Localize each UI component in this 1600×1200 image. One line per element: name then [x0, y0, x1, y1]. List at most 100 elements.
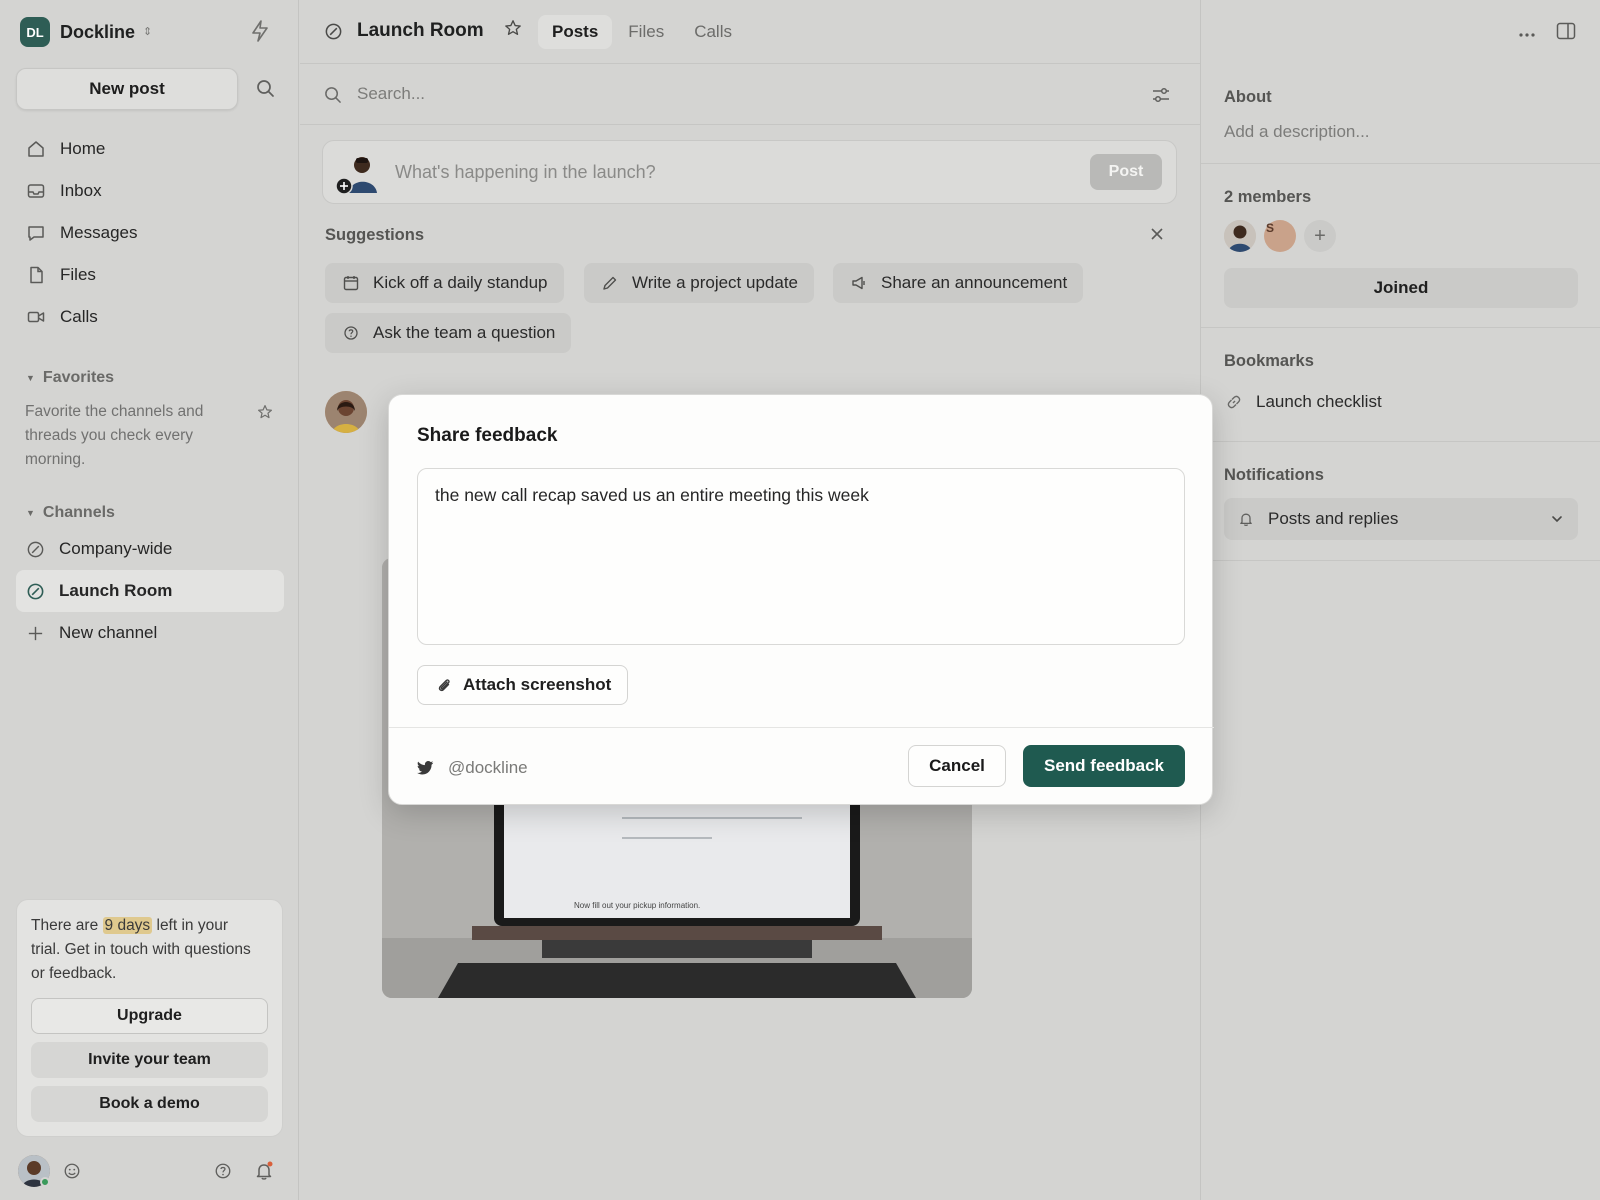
suggestion-chip[interactable]: Write a project update [584, 263, 814, 303]
attach-screenshot-button[interactable]: Attach screenshot [417, 665, 628, 705]
sidebar-nav: Home Inbox Messages Files Calls [16, 128, 284, 338]
home-icon [28, 141, 44, 157]
paperclip-icon [438, 678, 450, 691]
file-icon [30, 266, 43, 284]
megaphone-icon [852, 276, 865, 290]
sidebar: DL Dockline ⇕ New post Home Inbox Messag… [0, 0, 299, 1200]
help-icon[interactable] [214, 1162, 232, 1185]
channel-item-company-wide[interactable]: Company-wide [16, 528, 284, 570]
send-feedback-button[interactable]: Send feedback [1023, 745, 1185, 787]
sidebar-item-messages[interactable]: Messages [16, 212, 284, 254]
sidebar-footer [18, 1155, 282, 1187]
sidebar-item-label: Messages [60, 223, 138, 242]
composer-input[interactable]: What's happening in the launch? [395, 162, 656, 183]
inbox-icon [27, 184, 45, 198]
channel-header: Launch Room Posts Files Calls [300, 0, 1200, 64]
filter-sliders-icon[interactable] [1151, 85, 1171, 110]
feedback-textarea[interactable]: the new call recap saved us an entire me… [417, 468, 1185, 645]
bookmark-item[interactable]: Launch checklist [1226, 392, 1382, 412]
sidebar-item-label: Home [60, 139, 106, 158]
invite-team-button[interactable]: Invite your team [31, 1042, 268, 1078]
link-icon [1227, 395, 1241, 409]
divider [1201, 163, 1600, 164]
post-button[interactable]: Post [1090, 154, 1162, 190]
dialog-divider [389, 727, 1214, 728]
book-demo-button[interactable]: Book a demo [31, 1086, 268, 1122]
channel-icon [325, 23, 342, 39]
post-composer[interactable]: What's happening in the launch? Post [322, 140, 1177, 204]
suggestion-chip[interactable]: Kick off a daily standup [325, 263, 564, 303]
share-feedback-dialog: Share feedback the new call recap saved … [388, 394, 1214, 805]
search-icon[interactable] [256, 79, 275, 103]
sidebar-toggle-icon[interactable] [1556, 22, 1576, 45]
suggestion-chip[interactable]: Ask the team a question [325, 313, 572, 353]
chevron-down-icon [1552, 516, 1562, 523]
channel-list: Company-wide Launch Room New channel [16, 528, 284, 654]
dialog-title: Share feedback [417, 425, 558, 446]
message-icon [28, 226, 44, 241]
notifications-select[interactable]: Posts and replies [1224, 498, 1578, 540]
channel-icon [27, 541, 44, 557]
twitter-handle[interactable]: @dockline [417, 758, 528, 778]
bell-icon [1240, 513, 1252, 526]
bell-icon[interactable] [254, 1161, 274, 1186]
search-input[interactable]: Search... [357, 84, 425, 104]
emoji-icon[interactable] [63, 1162, 81, 1185]
channel-label: Company-wide [59, 539, 173, 558]
online-status-dot [40, 1177, 50, 1187]
channels-heading[interactable]: ▼ Channels [26, 504, 115, 522]
favorites-heading[interactable]: ▼ Favorites [26, 369, 114, 387]
about-heading: About [1224, 88, 1272, 106]
calendar-icon [343, 276, 359, 291]
upgrade-button[interactable]: Upgrade [31, 998, 268, 1034]
add-photo-icon[interactable] [335, 177, 353, 200]
search-bar[interactable]: Search... [300, 65, 1200, 125]
channel-tabs: Posts Files Calls [538, 15, 748, 49]
sidebar-item-calls[interactable]: Calls [16, 296, 284, 338]
star-icon[interactable] [504, 19, 522, 43]
sidebar-item-home[interactable]: Home [16, 128, 284, 170]
trial-card: There are 9 days left in your trial. Get… [16, 899, 283, 1137]
caret-down-icon: ▼ [26, 508, 35, 518]
tab-posts[interactable]: Posts [538, 15, 613, 49]
tab-files[interactable]: Files [614, 15, 678, 49]
bookmarks-heading: Bookmarks [1224, 352, 1314, 370]
pencil-icon [603, 276, 617, 290]
joined-button[interactable]: Joined [1224, 268, 1578, 308]
video-icon [27, 311, 45, 323]
workspace-switcher[interactable]: DL Dockline ⇕ [20, 17, 152, 47]
suggestions-heading: Suggestions [325, 226, 425, 244]
new-post-button[interactable]: New post [16, 68, 238, 110]
cancel-button[interactable]: Cancel [908, 745, 1006, 787]
sidebar-item-files[interactable]: Files [16, 254, 284, 296]
new-channel-label: New channel [59, 623, 158, 642]
sidebar-item-label: Calls [60, 307, 98, 326]
channel-icon [27, 583, 44, 599]
description-input[interactable]: Add a description... [1224, 122, 1370, 142]
add-member-button[interactable]: + [1304, 220, 1336, 252]
channel-details-panel: About Add a description... 2 members S +… [1200, 0, 1600, 1200]
avatar[interactable] [325, 391, 367, 433]
star-icon[interactable] [257, 404, 273, 425]
chevron-updown-icon: ⇕ [143, 25, 153, 38]
member-avatar[interactable] [1224, 220, 1256, 252]
member-avatar[interactable]: S [1264, 220, 1296, 252]
workspace-logo: DL [20, 17, 50, 47]
more-options-icon[interactable] [1518, 25, 1536, 43]
channel-title: Launch Room [324, 19, 522, 43]
divider [1201, 327, 1600, 328]
lightning-icon[interactable] [250, 20, 270, 47]
search-icon [324, 86, 342, 109]
divider [1201, 441, 1600, 442]
suggestion-chip[interactable]: Share an announcement [833, 263, 1084, 303]
new-channel-button[interactable]: New channel [16, 612, 284, 654]
sidebar-item-inbox[interactable]: Inbox [16, 170, 284, 212]
channel-item-launch-room[interactable]: Launch Room [16, 570, 284, 612]
panel-header-actions [1518, 22, 1576, 45]
caret-down-icon: ▼ [26, 373, 35, 383]
tab-calls[interactable]: Calls [680, 15, 746, 49]
notifications-heading: Notifications [1224, 466, 1324, 484]
plus-icon [28, 626, 43, 640]
close-icon[interactable] [1150, 227, 1164, 246]
divider [1201, 560, 1600, 561]
